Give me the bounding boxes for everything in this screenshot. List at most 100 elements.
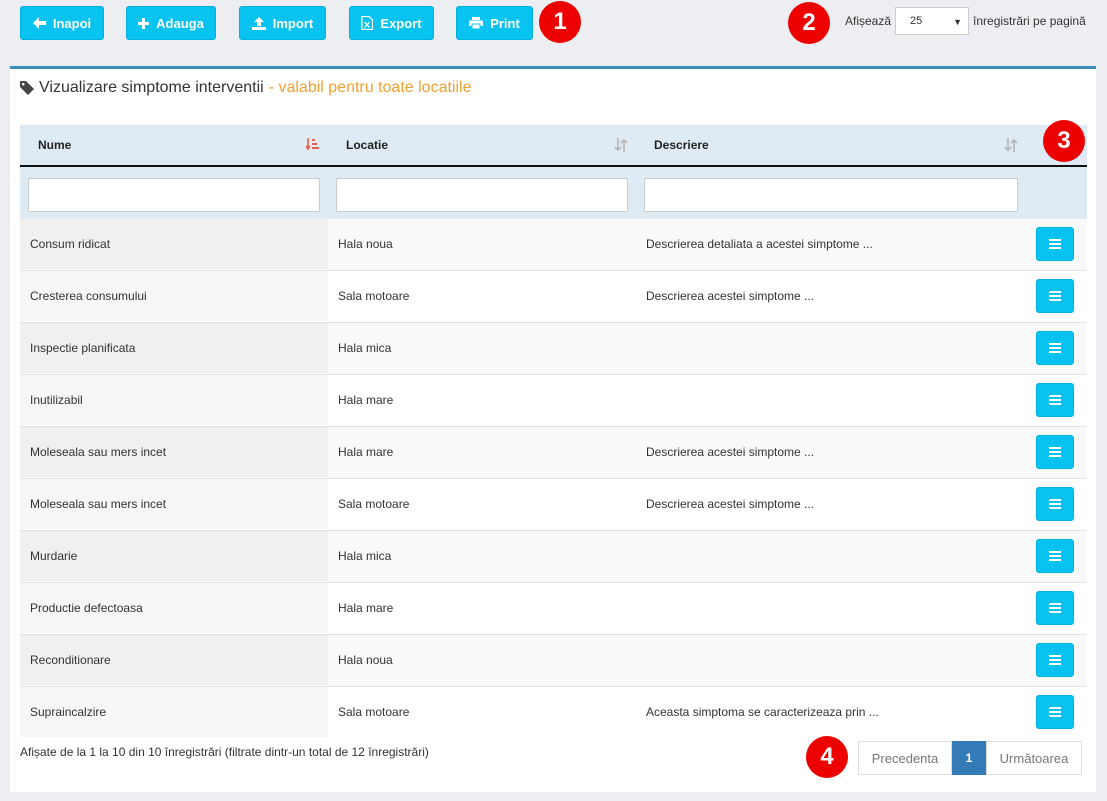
panel-subtitle: - valabil pentru toate locatiile: [268, 79, 472, 96]
add-button-label: Adauga: [156, 15, 204, 31]
filter-row: [20, 167, 1087, 219]
cell-nume: Reconditionare: [20, 635, 328, 685]
menu-lines-icon: [1049, 447, 1061, 457]
table-row: Murdarie Hala mica: [20, 530, 1087, 582]
filter-input-nume[interactable]: [28, 178, 320, 212]
page-1-button[interactable]: 1: [952, 741, 986, 775]
row-actions-button[interactable]: [1036, 227, 1074, 261]
column-header-locatie[interactable]: Locatie: [346, 125, 388, 165]
menu-lines-icon: [1049, 343, 1061, 353]
export-button[interactable]: Export: [349, 6, 434, 40]
sort-both-icon[interactable]: [614, 138, 628, 155]
cell-locatie: Hala mare: [338, 393, 394, 407]
table-row: Inutilizabil Hala mare: [20, 374, 1087, 426]
row-actions-button[interactable]: [1036, 591, 1074, 625]
upload-icon: [251, 16, 266, 30]
panel-title-text: Vizualizare simptome interventii: [39, 79, 264, 96]
page-title: Vizualizare simptome interventii - valab…: [20, 79, 471, 97]
caret-down-icon: ▼: [953, 17, 963, 27]
marker-badge-2: 2: [788, 2, 830, 44]
row-actions-button[interactable]: [1036, 279, 1074, 313]
cell-nume: Consum ridicat: [20, 219, 328, 269]
filter-input-descriere[interactable]: [644, 178, 1018, 212]
column-header-descriere[interactable]: Descriere: [654, 125, 709, 165]
back-button-label: Inapoi: [52, 15, 92, 31]
cell-descriere: Descrierea acestei simptome ...: [646, 445, 815, 459]
export-button-label: Export: [380, 15, 422, 31]
cell-nume: Moleseala sau mers incet: [20, 479, 328, 529]
marker-badge-4: 4: [806, 736, 848, 778]
table-row: Consum ridicat Hala noua Descrierea detali…: [20, 219, 1087, 270]
cell-nume: Moleseala sau mers incet: [20, 427, 328, 477]
cell-locatie: Hala mare: [338, 445, 394, 459]
print-button[interactable]: Print: [456, 6, 533, 40]
cell-nume: Inutilizabil: [20, 375, 328, 425]
cell-locatie: Hala mica: [338, 549, 392, 563]
cell-locatie: Hala noua: [338, 653, 393, 667]
cell-descriere: Descrierea acestei simptome ...: [646, 497, 815, 511]
table-body: Consum ridicat Hala noua Descrierea detali…: [20, 219, 1087, 738]
menu-lines-icon: [1049, 655, 1061, 665]
marker-badge-3: 3: [1043, 120, 1085, 162]
row-actions-button[interactable]: [1036, 331, 1074, 365]
cell-locatie: Hala mare: [338, 601, 394, 615]
back-button[interactable]: Inapoi: [20, 6, 104, 40]
cell-locatie: Sala motoare: [338, 497, 410, 511]
table-info-text: Afișate de la 1 la 10 din 10 înregistrăr…: [20, 745, 429, 759]
import-button-label: Import: [272, 15, 314, 31]
pagination: Precedenta 1 Următoarea: [858, 741, 1082, 775]
column-header-nume[interactable]: Nume: [38, 125, 71, 165]
row-actions-button[interactable]: [1036, 435, 1074, 469]
cell-nume: Productie defectoasa: [20, 583, 328, 633]
table-row: Productie defectoasa Hala mare: [20, 582, 1087, 634]
table-row: Moleseala sau mers incet Hala mare Descrie…: [20, 426, 1087, 478]
row-actions-button[interactable]: [1036, 539, 1074, 573]
menu-lines-icon: [1049, 395, 1061, 405]
page-size-suffix: înregistrări pe pagină: [973, 14, 1086, 28]
arrow-left-icon: [32, 17, 46, 29]
plus-icon: [138, 17, 150, 29]
cell-descriere: Descrierea detaliata a acestei simptome …: [646, 237, 873, 251]
cell-nume: Inspectie planificata: [20, 323, 328, 373]
table-row: Cresterea consumului Sala motoare Descrier…: [20, 270, 1087, 322]
row-actions-button[interactable]: [1036, 487, 1074, 521]
print-button-label: Print: [490, 15, 520, 31]
sort-desc-active-icon[interactable]: [305, 138, 320, 155]
cell-descriere: Descrierea acestei simptome ...: [646, 289, 815, 303]
excel-file-icon: [361, 16, 374, 30]
filter-input-locatie[interactable]: [336, 178, 628, 212]
cell-locatie: Hala mica: [338, 341, 392, 355]
cell-nume: Supraincalzire: [20, 687, 328, 737]
table-row: Inspectie planificata Hala mica: [20, 322, 1087, 374]
menu-lines-icon: [1049, 291, 1061, 301]
menu-lines-icon: [1049, 603, 1061, 613]
import-button[interactable]: Import: [239, 6, 326, 40]
menu-lines-icon: [1049, 499, 1061, 509]
menu-lines-icon: [1049, 239, 1061, 249]
page-size-value: 25: [910, 15, 923, 27]
cell-locatie: Hala noua: [338, 237, 393, 251]
cell-locatie: Sala motoare: [338, 705, 410, 719]
symptoms-table: Nume Locatie Descriere Consum ridicat Hal…: [20, 125, 1087, 738]
page-size-control: Afișează 25 ▼ înregistrări pe pagină: [845, 6, 1086, 36]
table-row: Reconditionare Hala noua: [20, 634, 1087, 686]
table-header: Nume Locatie Descriere: [20, 125, 1087, 167]
next-page-button[interactable]: Următoarea: [986, 741, 1082, 775]
table-row: Supraincalzire Sala motoare Aceasta simpto…: [20, 686, 1087, 738]
row-actions-button[interactable]: [1036, 695, 1074, 729]
page-size-prefix: Afișează: [845, 14, 892, 28]
page-size-select[interactable]: 25 ▼: [895, 7, 970, 35]
menu-lines-icon: [1049, 707, 1061, 717]
add-button[interactable]: Adauga: [126, 6, 216, 40]
prev-page-button[interactable]: Precedenta: [858, 741, 952, 775]
table-row: Moleseala sau mers incet Sala motoare Desc…: [20, 478, 1087, 530]
row-actions-button[interactable]: [1036, 383, 1074, 417]
printer-icon: [469, 17, 484, 29]
cell-locatie: Sala motoare: [338, 289, 410, 303]
row-actions-button[interactable]: [1036, 643, 1074, 677]
marker-badge-1: 1: [539, 1, 581, 43]
cell-nume: Cresterea consumului: [20, 271, 328, 321]
sort-both-icon[interactable]: [1004, 138, 1018, 155]
cell-nume: Murdarie: [20, 531, 328, 581]
cell-descriere: Aceasta simptoma se caracterizeaza prin …: [646, 705, 879, 719]
